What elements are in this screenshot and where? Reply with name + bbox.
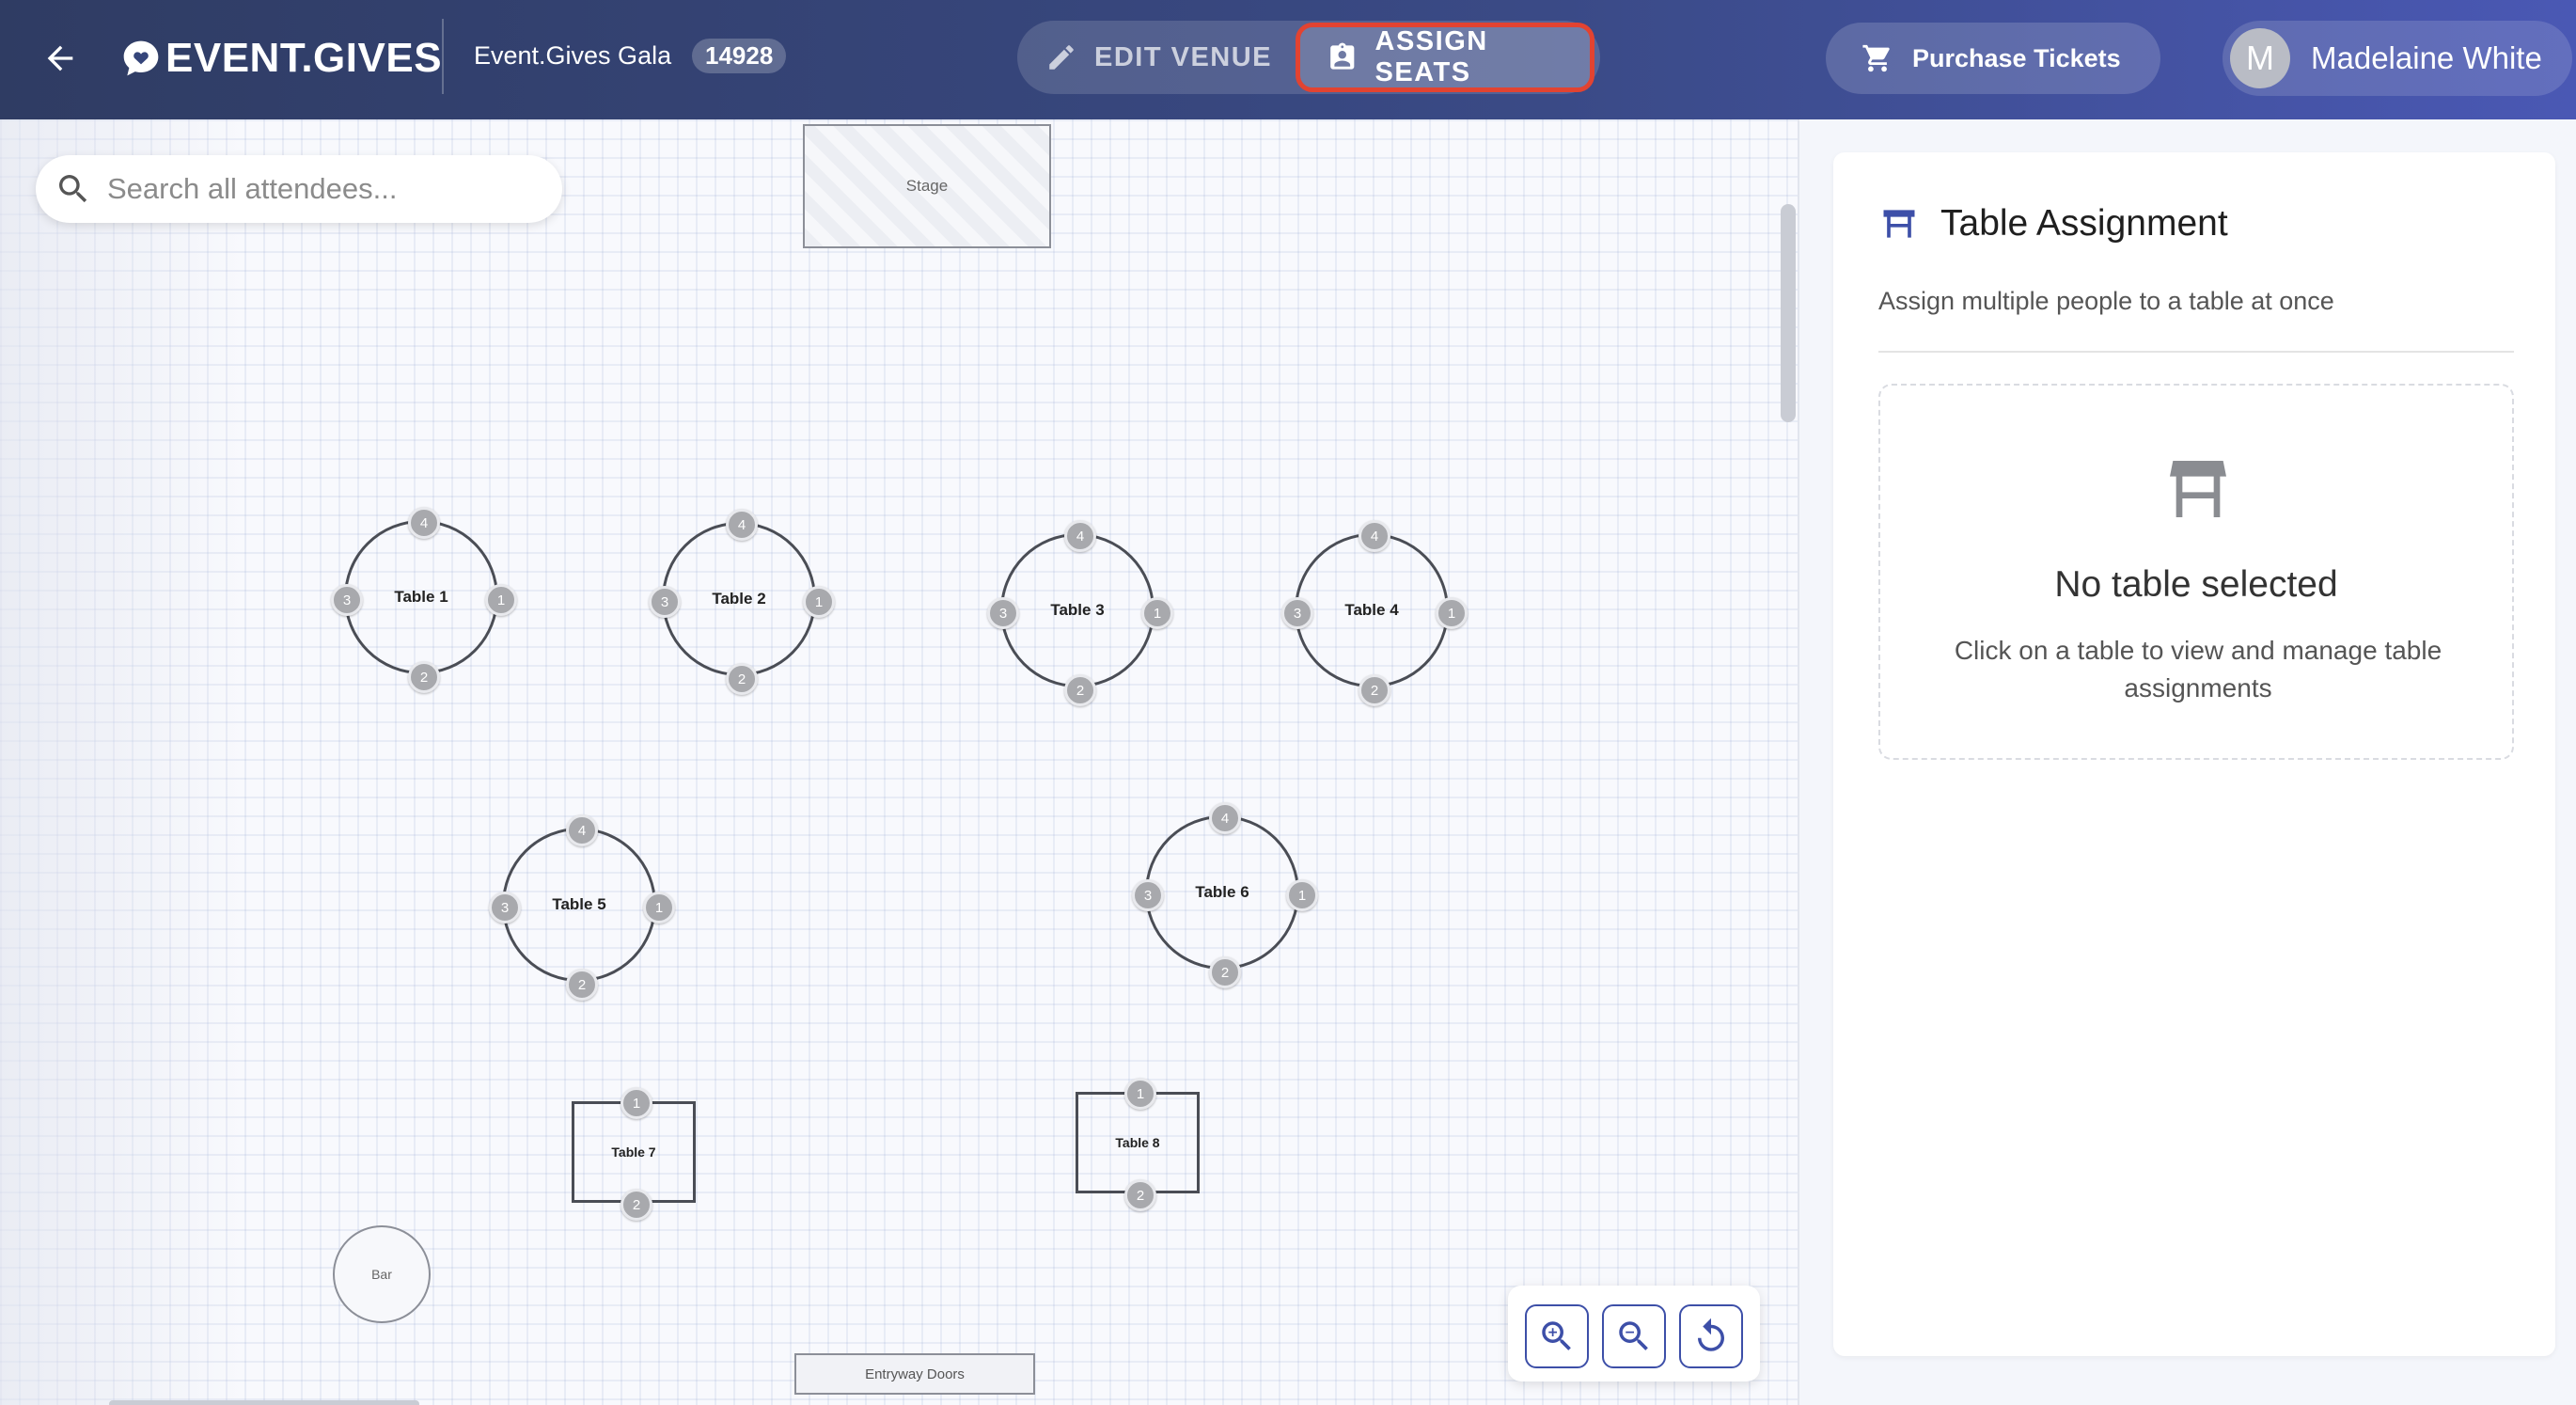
seat-2[interactable]: 2 xyxy=(1064,674,1096,706)
doors-label: Entryway Doors xyxy=(865,1366,965,1382)
stage-label: Stage xyxy=(905,177,949,195)
table-label: Table 3 xyxy=(1050,601,1105,619)
canvas-shade xyxy=(0,119,1798,1405)
logo-text: EVENT.GIVES xyxy=(165,35,443,81)
event-name: Event.Gives Gala xyxy=(474,41,672,70)
table-5[interactable]: Table 5 4 1 2 3 xyxy=(489,814,675,1001)
seat-4[interactable]: 4 xyxy=(1209,802,1241,834)
horizontal-scrollbar[interactable] xyxy=(109,1400,419,1405)
table-label: Table 4 xyxy=(1344,601,1399,619)
assign-seats-label: ASSIGN SEATS xyxy=(1374,26,1488,87)
table-icon xyxy=(1883,210,1915,238)
purchase-tickets-button[interactable]: Purchase Tickets xyxy=(1826,23,2160,94)
zoom-in-button[interactable] xyxy=(1525,1304,1589,1368)
table-assignment-panel: Table Assignment Assign multiple people … xyxy=(1833,152,2555,1356)
cart-icon xyxy=(1862,44,1890,72)
header-divider xyxy=(442,19,444,94)
user-menu[interactable]: M Madelaine White xyxy=(2223,21,2572,96)
seat-1[interactable]: 1 xyxy=(1436,597,1468,629)
edit-venue-label: EDIT VENUE xyxy=(1094,41,1273,72)
seat-2[interactable]: 2 xyxy=(620,1189,652,1221)
table-label: Table 2 xyxy=(712,590,766,608)
table-1[interactable]: Table 1 4 1 2 3 xyxy=(331,507,517,693)
seat-1[interactable]: 1 xyxy=(1124,1078,1156,1110)
bar-label: Bar xyxy=(371,1267,392,1282)
seat-3[interactable]: 3 xyxy=(649,586,681,618)
seat-3[interactable]: 3 xyxy=(987,597,1019,629)
seat-1[interactable]: 1 xyxy=(485,584,517,616)
panel-title: Table Assignment xyxy=(1878,203,2228,245)
empty-state: No table selected Click on a table to vi… xyxy=(1878,384,2514,760)
edit-venue-tab[interactable]: EDIT VENUE xyxy=(1045,21,1272,94)
table-7[interactable]: Table 7 1 2 xyxy=(572,1087,696,1221)
seat-1[interactable]: 1 xyxy=(1141,597,1173,629)
seat-1[interactable]: 1 xyxy=(1286,879,1318,911)
seat-1[interactable]: 1 xyxy=(803,586,835,618)
bar[interactable]: Bar xyxy=(333,1225,431,1323)
seat-3[interactable]: 3 xyxy=(1281,597,1313,629)
user-name: Madelaine White xyxy=(2311,40,2542,75)
seating-canvas[interactable]: Stage Table 1 4 1 2 3 Table 2 4 1 2 3 Ta… xyxy=(0,119,1798,1405)
assign-seats-tab[interactable]: ASSIGN SEATS xyxy=(1296,23,1594,92)
seat-4[interactable]: 4 xyxy=(1359,520,1390,552)
seat-2[interactable]: 2 xyxy=(726,663,758,695)
panel-divider xyxy=(1878,351,2514,353)
mode-toggle-group: EDIT VENUE ASSIGN SEATS xyxy=(1017,21,1600,94)
seat-3[interactable]: 3 xyxy=(331,584,363,616)
seat-2[interactable]: 2 xyxy=(1124,1179,1156,1211)
seat-2[interactable]: 2 xyxy=(1209,956,1241,988)
panel-subtitle: Assign multiple people to a table at onc… xyxy=(1878,287,2334,315)
table-2[interactable]: Table 2 4 1 2 3 xyxy=(649,509,835,695)
purchase-tickets-label: Purchase Tickets xyxy=(1912,43,2121,72)
seat-1[interactable]: 1 xyxy=(643,892,675,924)
search-input[interactable] xyxy=(107,172,540,206)
seat-4[interactable]: 4 xyxy=(726,509,758,541)
table-icon xyxy=(2170,461,2226,517)
event-id-badge: 14928 xyxy=(692,39,787,73)
table-4[interactable]: Table 4 4 1 2 3 xyxy=(1281,520,1468,706)
panel-title-text: Table Assignment xyxy=(1940,203,2228,244)
table-label: Table 1 xyxy=(394,588,448,606)
seat-4[interactable]: 4 xyxy=(408,507,440,539)
assignment-ind-icon xyxy=(1330,42,1355,70)
reset-view-button[interactable] xyxy=(1679,1304,1743,1368)
table-label: Table 5 xyxy=(552,895,606,913)
zoom-out-button[interactable] xyxy=(1602,1304,1666,1368)
seat-2[interactable]: 2 xyxy=(1359,674,1390,706)
top-app-bar: EVENT.GIVES Event.Gives Gala 14928 EDIT … xyxy=(0,0,2576,119)
empty-state-text: Click on a table to view and manage tabl… xyxy=(1954,636,2442,702)
table-3[interactable]: Table 3 4 1 2 3 xyxy=(987,520,1173,706)
seat-2[interactable]: 2 xyxy=(566,969,598,1001)
arrow-left-icon xyxy=(47,45,73,71)
reset-icon xyxy=(1698,1318,1724,1351)
attendee-search[interactable] xyxy=(36,155,562,223)
zoom-in-icon xyxy=(1542,1321,1571,1350)
seat-2[interactable]: 2 xyxy=(408,661,440,693)
empty-state-title: No table selected xyxy=(2054,564,2338,605)
event-gives-logo[interactable]: EVENT.GIVES xyxy=(120,28,442,88)
table-6[interactable]: Table 6 4 1 2 3 xyxy=(1132,802,1318,988)
zoom-controls xyxy=(1508,1286,1760,1381)
avatar: M xyxy=(2230,28,2290,88)
pencil-icon xyxy=(1049,45,1074,70)
back-button[interactable] xyxy=(36,34,85,83)
seat-3[interactable]: 3 xyxy=(489,892,521,924)
zoom-out-icon xyxy=(1619,1321,1648,1350)
table-label: Table 6 xyxy=(1195,883,1249,901)
search-icon xyxy=(59,175,87,203)
seat-3[interactable]: 3 xyxy=(1132,879,1164,911)
seat-4[interactable]: 4 xyxy=(1064,520,1096,552)
stage[interactable]: Stage xyxy=(803,124,1051,248)
seat-4[interactable]: 4 xyxy=(566,814,598,846)
vertical-scrollbar[interactable] xyxy=(1781,204,1796,422)
entryway-doors[interactable]: Entryway Doors xyxy=(794,1353,1035,1395)
seat-1[interactable]: 1 xyxy=(620,1087,652,1119)
heart-chat-icon xyxy=(123,40,159,76)
table-8[interactable]: Table 8 1 2 xyxy=(1076,1078,1200,1211)
